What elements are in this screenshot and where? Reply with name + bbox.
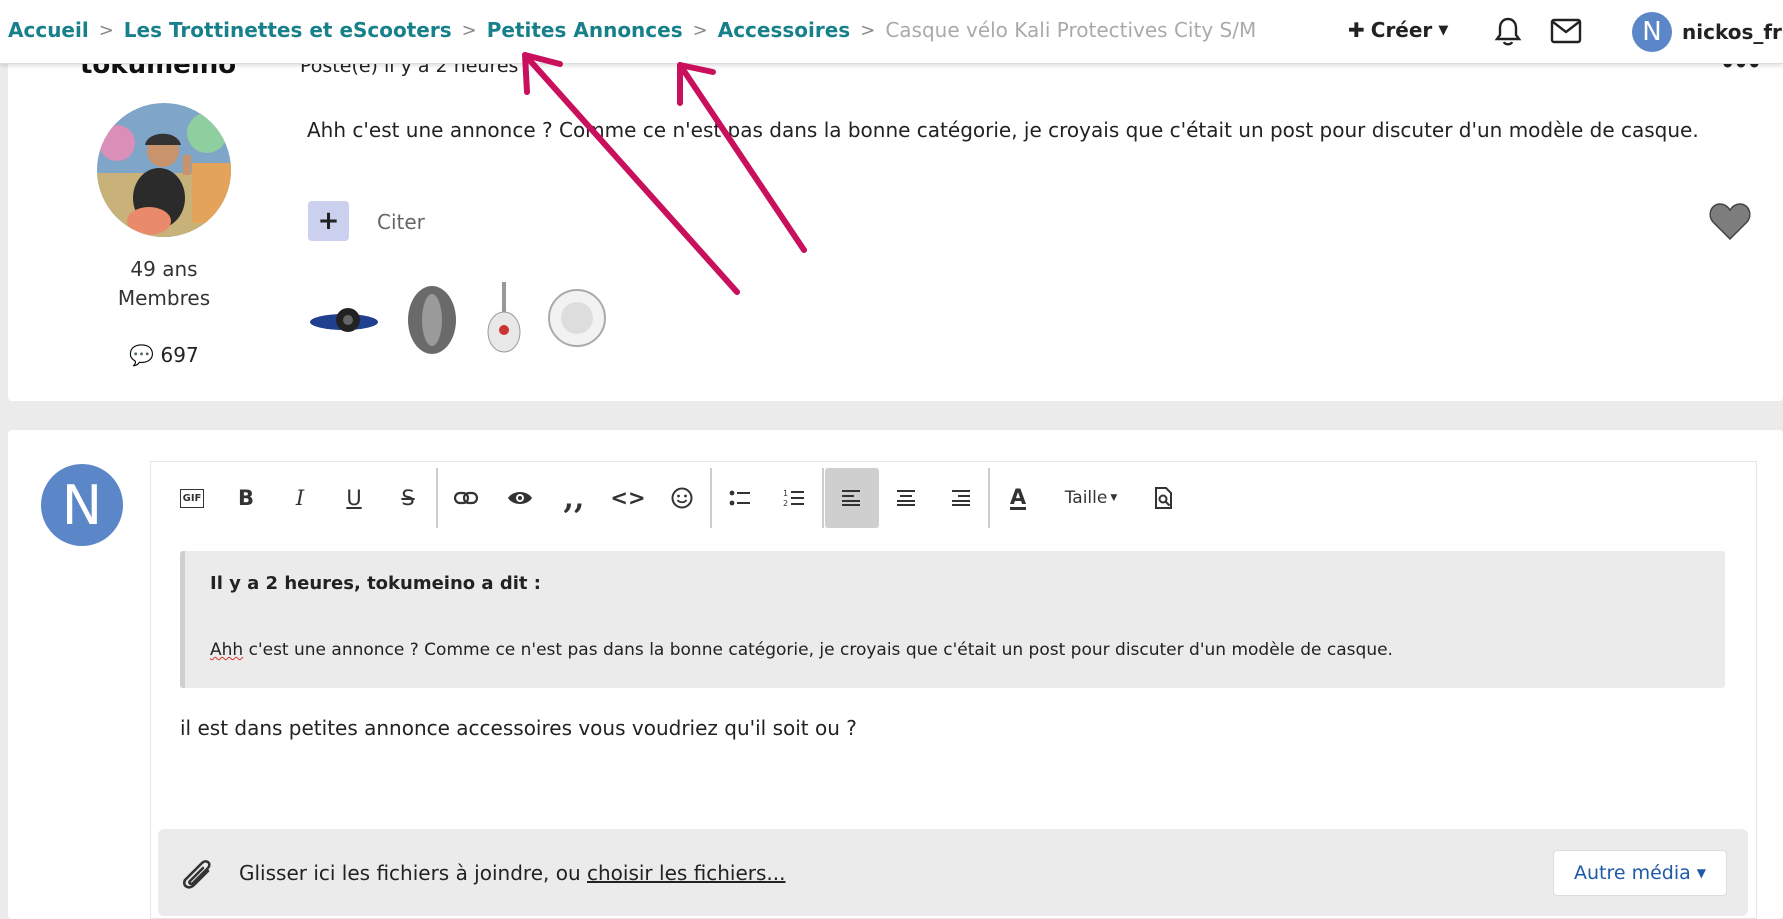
- reply-text[interactable]: il est dans petites annonce accessoires …: [180, 716, 857, 740]
- underline-button[interactable]: U: [327, 468, 381, 528]
- post-body: Ahh c'est une annonce ? Comme ce n'est p…: [307, 118, 1699, 142]
- avatar: N: [1632, 12, 1672, 52]
- underline-icon: U: [346, 486, 362, 510]
- preview-button[interactable]: [1137, 468, 1191, 528]
- italic-icon: I: [295, 486, 305, 510]
- align-right-button[interactable]: [933, 468, 987, 528]
- gif-icon: GIF: [179, 488, 205, 508]
- gif-button[interactable]: GIF: [165, 468, 219, 528]
- numbered-list-button[interactable]: 12: [767, 468, 821, 528]
- speech-bubble-icon: 💬: [129, 343, 155, 367]
- attachment-instructions: Glisser ici les fichiers à joindre, ou c…: [239, 861, 786, 885]
- paperclip-icon: [178, 853, 216, 897]
- font-size-label: Taille: [1064, 488, 1108, 508]
- preview-icon: [1155, 487, 1172, 509]
- breadcrumb-trottinettes[interactable]: Les Trottinettes et eScooters: [124, 18, 452, 42]
- author-age: 49 ans: [130, 257, 198, 281]
- caret-down-icon: ▼: [1110, 493, 1118, 503]
- editor-toolbar: GIF B I U S ,, <> 12 A Taille ▼: [165, 468, 1191, 528]
- toolbar-divider: [988, 468, 990, 528]
- breadcrumb: Accueil > Les Trottinettes et eScooters …: [8, 18, 1256, 42]
- emoji-button[interactable]: [655, 468, 709, 528]
- badge-row: [308, 280, 608, 360]
- breadcrumb-separator: >: [692, 19, 708, 41]
- svg-text:1: 1: [783, 489, 788, 498]
- breadcrumb-current: Casque vélo Kali Protectives City S/M: [885, 18, 1257, 42]
- author-group: Membres: [117, 286, 211, 310]
- align-right-icon: [952, 490, 970, 506]
- bullet-list-button[interactable]: [713, 468, 767, 528]
- caret-down-icon: ▼: [1438, 22, 1449, 38]
- text-color-icon: A: [1009, 484, 1027, 510]
- quote-first-word: Ahh: [210, 640, 244, 660]
- numbered-list-icon: 12: [783, 489, 804, 508]
- strikethrough-icon: S: [401, 486, 415, 510]
- quote-button[interactable]: Citer: [377, 210, 425, 234]
- attachment-text: Glisser ici les fichiers à joindre, ou: [239, 861, 587, 885]
- align-left-icon: [842, 490, 860, 506]
- unicycle-white-badge-icon: [484, 280, 524, 360]
- post-count: 💬 697: [100, 343, 228, 367]
- toolbar-divider: [822, 468, 824, 528]
- create-label: Créer: [1370, 18, 1433, 42]
- onewheel-badge-icon: [308, 298, 380, 342]
- link-button[interactable]: [439, 468, 493, 528]
- plus-icon: ✚: [1348, 18, 1365, 42]
- quote-marks-icon: ,,: [563, 480, 585, 516]
- notifications-bell-icon[interactable]: [1493, 16, 1523, 52]
- toolbar-divider: [710, 468, 712, 528]
- font-size-dropdown[interactable]: Taille ▼: [1045, 468, 1137, 528]
- code-icon: <>: [610, 486, 646, 510]
- quote-rest: c'est une annonce ? Comme ce n'est pas d…: [243, 640, 1393, 660]
- quote-format-button[interactable]: ,,: [547, 468, 601, 528]
- quoted-post: [180, 551, 1725, 688]
- link-icon: [454, 491, 478, 505]
- author-avatar[interactable]: [97, 103, 231, 237]
- spoiler-button[interactable]: [493, 468, 547, 528]
- text-color-button[interactable]: A: [991, 468, 1045, 528]
- username: nickos_fr: [1682, 20, 1782, 44]
- bullet-list-icon: [729, 490, 750, 506]
- post-count-value: 697: [160, 343, 199, 367]
- quote-body: Ahh c'est une annonce ? Comme ce n'est p…: [210, 640, 1393, 660]
- top-bar: Accueil > Les Trottinettes et eScooters …: [0, 0, 1783, 64]
- messages-mail-icon[interactable]: [1550, 18, 1582, 48]
- eye-icon: [508, 492, 532, 504]
- breadcrumb-separator: >: [98, 19, 114, 41]
- multiquote-plus-button[interactable]: +: [308, 201, 349, 241]
- breadcrumb-accessoires[interactable]: Accessoires: [718, 18, 851, 42]
- caret-down-icon: ▼: [1696, 866, 1707, 880]
- align-center-button[interactable]: [879, 468, 933, 528]
- bold-button[interactable]: B: [219, 468, 273, 528]
- author-meta: 49 ans Membres: [100, 255, 228, 313]
- bold-icon: B: [237, 486, 254, 510]
- svg-text:2: 2: [783, 499, 788, 508]
- unicycle-gray-badge-icon: [402, 280, 462, 360]
- other-media-button[interactable]: Autre média ▼: [1553, 850, 1727, 896]
- post-card: [8, 40, 1783, 401]
- toolbar-divider: [436, 468, 438, 528]
- strikethrough-button[interactable]: S: [381, 468, 435, 528]
- italic-button[interactable]: I: [273, 468, 327, 528]
- reply-avatar: N: [41, 464, 123, 546]
- create-button[interactable]: ✚ Créer ▼: [1348, 18, 1448, 42]
- unicycle-round-badge-icon: [546, 280, 608, 360]
- breadcrumb-accueil[interactable]: Accueil: [8, 18, 89, 42]
- quote-header: Il y a 2 heures, tokumeino a dit :: [210, 573, 541, 594]
- smiley-icon: [671, 487, 693, 509]
- align-center-icon: [897, 490, 915, 506]
- code-button[interactable]: <>: [601, 468, 655, 528]
- breadcrumb-separator: >: [461, 19, 477, 41]
- heart-reaction-icon[interactable]: [1708, 201, 1752, 245]
- align-left-button[interactable]: [825, 468, 879, 528]
- breadcrumb-separator: >: [860, 19, 876, 41]
- other-media-label: Autre média: [1573, 862, 1691, 884]
- breadcrumb-petites-annonces[interactable]: Petites Annonces: [487, 18, 683, 42]
- user-menu[interactable]: N nickos_fr ▼: [1632, 12, 1783, 52]
- choose-files-link[interactable]: choisir les fichiers...: [587, 861, 786, 885]
